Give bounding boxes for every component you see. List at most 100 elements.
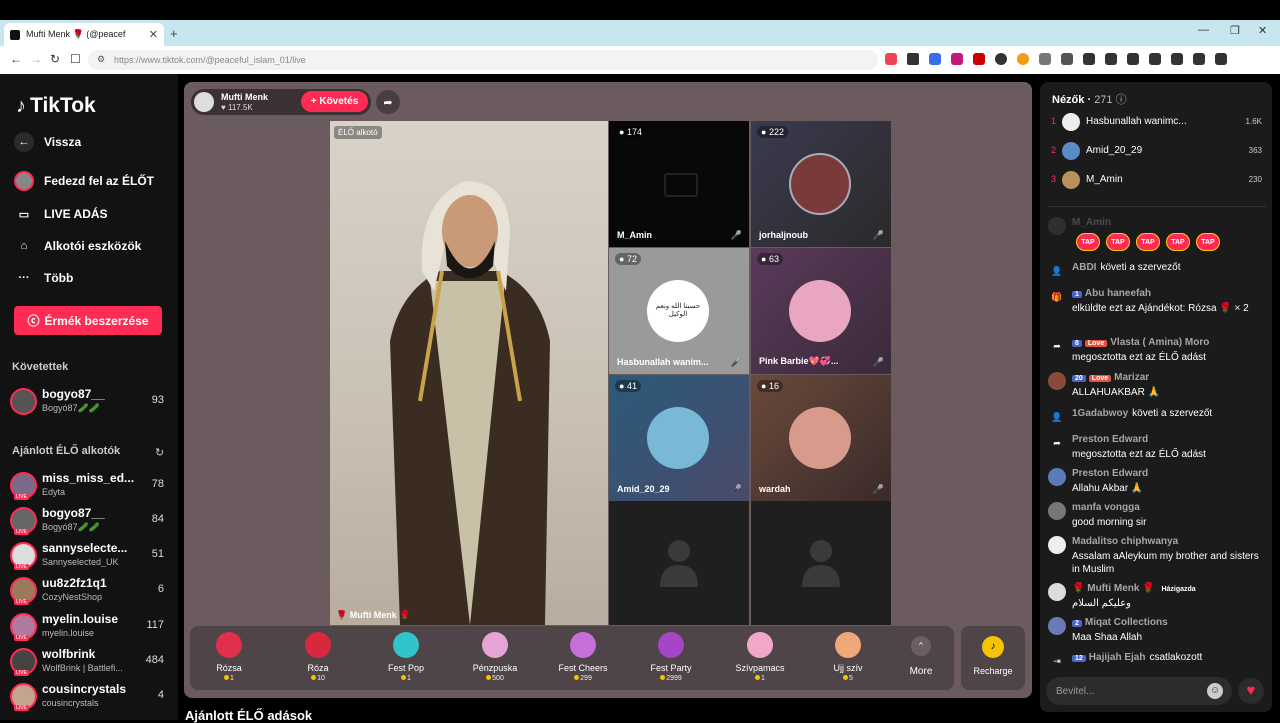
chat-user-name: ABDI bbox=[1072, 262, 1097, 273]
info-icon[interactable]: ⓘ bbox=[1116, 94, 1127, 106]
chat-user: Preston Edward bbox=[1072, 468, 1149, 479]
nav-explore-live[interactable]: Fedezd fel az ÉLŐT bbox=[14, 171, 154, 191]
music-icon[interactable] bbox=[1083, 53, 1095, 65]
host-video[interactable] bbox=[330, 121, 608, 625]
nav-creator-tools[interactable]: ⌂ Alkotói eszközök bbox=[14, 236, 142, 256]
sparkle-icon[interactable] bbox=[1171, 53, 1183, 65]
recharge-button[interactable]: ♪ Recharge bbox=[961, 626, 1025, 690]
join-icon: ⇥ bbox=[1053, 655, 1061, 666]
top-viewer-row[interactable]: 3 M_Amin 230 bbox=[1048, 170, 1266, 192]
download-icon[interactable] bbox=[1149, 53, 1161, 65]
restore-icon[interactable]: ❐ bbox=[1230, 24, 1240, 37]
chat-user: manfa vongga bbox=[1072, 502, 1140, 513]
media-extension-icon[interactable] bbox=[1061, 53, 1073, 65]
tap-badge: TAP bbox=[1196, 233, 1220, 251]
puzzle-extension-icon[interactable] bbox=[1039, 53, 1051, 65]
get-coins-button[interactable]: ⓒ Érmék beszerzése bbox=[14, 306, 162, 335]
guest-count: ● 72 bbox=[615, 253, 641, 265]
new-tab-icon[interactable]: + bbox=[170, 26, 178, 41]
emoji-icon[interactable]: ☺ bbox=[1207, 683, 1223, 699]
guest-count-value: 16 bbox=[768, 381, 779, 391]
share-icon: ➦ bbox=[1053, 340, 1061, 351]
recommended-creator[interactable]: LIVE cousincrystals cousincrystals 4 bbox=[10, 681, 168, 713]
heart-icon[interactable]: ♥ bbox=[1238, 678, 1264, 704]
recommended-creator[interactable]: LIVE bogyo87__ Bogyó87🥒🥒 84 bbox=[10, 505, 168, 537]
gift-item[interactable]: Ujj szív 5 bbox=[813, 632, 883, 682]
guest-count-value: 63 bbox=[768, 254, 779, 264]
gift-item[interactable]: Fest Cheers 299 bbox=[548, 632, 618, 682]
guest-count: ● 16 bbox=[757, 380, 783, 392]
tap-badge: TAP bbox=[1076, 233, 1100, 251]
follow-button[interactable]: + Követés bbox=[301, 91, 368, 112]
nav-live-broadcast[interactable]: ▭ LIVE ADÁS bbox=[14, 204, 108, 224]
guest-slot[interactable]: ● 41 Amid_20_29 🎤 bbox=[609, 375, 749, 501]
share-icon[interactable]: ➦ bbox=[376, 90, 400, 114]
top-viewer-row[interactable]: 2 Amid_20_29 363 bbox=[1048, 141, 1266, 163]
gift-item[interactable]: Róza 10 bbox=[283, 632, 353, 682]
guest-slot[interactable]: ● 72 حسبنا الله ونعم الوكيل Hasbunallah … bbox=[609, 248, 749, 374]
close-tab-icon[interactable]: ✕ bbox=[149, 28, 158, 41]
recommended-creator[interactable]: LIVE sannyselecte... Sannyselected_UK 51 bbox=[10, 540, 168, 572]
empty-guest-slot[interactable] bbox=[609, 501, 749, 625]
menu-dots-icon[interactable] bbox=[1215, 53, 1227, 65]
chat-input[interactable]: Bevitel... bbox=[1046, 677, 1232, 705]
recommended-creator[interactable]: LIVE myelin.louise myelin.louise 117 bbox=[10, 611, 168, 643]
vpn-extension-icon[interactable] bbox=[995, 53, 1007, 65]
gift-item[interactable]: Pénzpuska 500 bbox=[460, 632, 530, 682]
guest-slot[interactable]: ● 16 wardah 🎤 bbox=[751, 375, 891, 501]
creator-sub: Edyta bbox=[42, 487, 66, 497]
top-viewer-row[interactable]: 1 Hasbunallah wanimc... 1.6K bbox=[1048, 112, 1266, 134]
refresh-icon[interactable]: ↻ bbox=[155, 446, 164, 459]
triangle-extension-icon[interactable] bbox=[907, 53, 919, 65]
extension-icons bbox=[885, 53, 1227, 65]
chat-user: M_Amin bbox=[1072, 217, 1111, 228]
chat-text: Maa Shaa Allah bbox=[1072, 632, 1143, 643]
back-icon[interactable]: ← bbox=[10, 52, 22, 66]
gift-name: Szívpamacs bbox=[735, 663, 785, 673]
browser-tab[interactable]: Mufti Menk 🌹 (@peacef ✕ bbox=[4, 23, 164, 46]
more-gifts-button[interactable]: ^ More bbox=[906, 636, 936, 677]
vpn-shield-icon[interactable] bbox=[1193, 53, 1205, 65]
chat-user: 20 Love Marizar bbox=[1072, 372, 1149, 383]
url-field[interactable]: ⚙ https://www.tiktok.com/@peaceful_islam… bbox=[88, 50, 878, 70]
gift-item[interactable]: Rózsa 1 bbox=[194, 632, 264, 682]
rank: 3 bbox=[1051, 174, 1057, 184]
gift-item[interactable]: Fest Party 2999 bbox=[636, 632, 706, 682]
forward-icon[interactable]: → bbox=[30, 52, 42, 66]
recommended-creator[interactable]: LIVE wolfbrink WolfBrink | Battlefi... 4… bbox=[10, 646, 168, 678]
mic-muted-icon: 🎤 bbox=[730, 230, 742, 240]
nav-more[interactable]: ··· Több bbox=[14, 268, 74, 288]
guest-slot[interactable]: ● 174 M_Amin 🎤 bbox=[609, 121, 749, 247]
k-extension-icon[interactable] bbox=[951, 53, 963, 65]
reload-icon[interactable]: ↻ bbox=[50, 52, 60, 66]
recommended-creator[interactable]: LIVE miss_miss_ed... Edyta 78 bbox=[10, 470, 168, 502]
tiktok-logo[interactable]: ♪ TikTok bbox=[16, 94, 96, 118]
sidebar-icon[interactable] bbox=[1105, 53, 1117, 65]
more-dots-icon: ··· bbox=[18, 272, 30, 284]
chat-text: követi a szervezőt bbox=[1100, 262, 1181, 273]
shield-extension-icon[interactable] bbox=[885, 53, 897, 65]
nav-back[interactable]: ← Vissza bbox=[14, 132, 81, 152]
bookmark-icon[interactable]: ☐ bbox=[70, 52, 81, 66]
guest-name: Hasbunallah wanim... bbox=[617, 357, 709, 367]
his-extension-icon[interactable] bbox=[973, 53, 985, 65]
gift-price-value: 10 bbox=[317, 675, 325, 682]
minimize-icon[interactable]: — bbox=[1198, 24, 1209, 36]
following-creator[interactable]: bogyo87__ Bogyó87🥒🥒 93 bbox=[10, 386, 168, 418]
gift-item[interactable]: Fest Pop 1 bbox=[371, 632, 441, 682]
guest-slot[interactable]: ● 222 jorhaljnoub 🎤 bbox=[751, 121, 891, 247]
guest-slot[interactable]: ● 63 Pink Barbie💖💞... 🎤 bbox=[751, 248, 891, 374]
gift-item[interactable]: Szívpamacs 1 bbox=[725, 632, 795, 682]
guest-count: ● 174 bbox=[615, 126, 646, 138]
viewers-header: Nézők · 271 ⓘ bbox=[1052, 94, 1127, 106]
translate-extension-icon[interactable] bbox=[929, 53, 941, 65]
color-extension-icon[interactable] bbox=[1017, 53, 1029, 65]
empty-guest-slot[interactable] bbox=[751, 501, 891, 625]
live-badge: LIVE bbox=[14, 670, 29, 676]
recommended-creator[interactable]: LIVE uu8z2fz1q1 CozyNestShop 6 bbox=[10, 575, 168, 607]
window-close-icon[interactable]: ✕ bbox=[1258, 24, 1267, 37]
live-stream-panel bbox=[184, 82, 1032, 698]
wallet-icon[interactable] bbox=[1127, 53, 1139, 65]
site-info-icon[interactable]: ⚙ bbox=[97, 54, 105, 65]
person-placeholder-icon bbox=[802, 540, 840, 587]
